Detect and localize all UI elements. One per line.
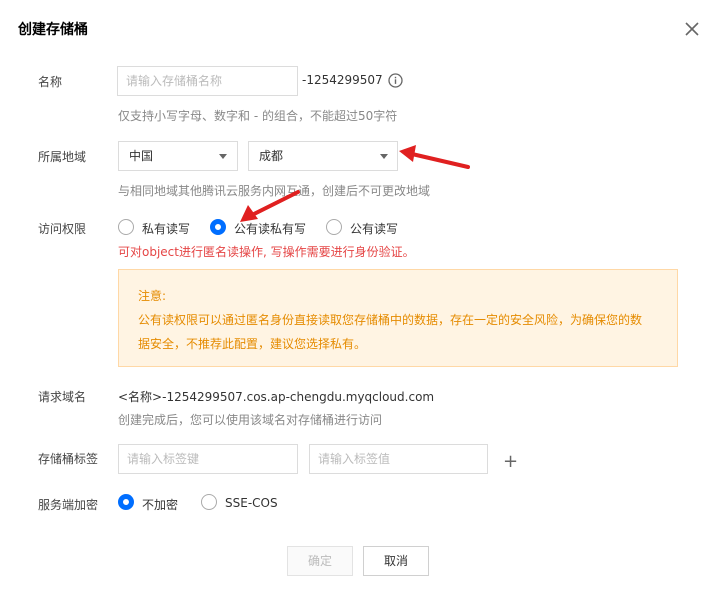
radio-public-rw[interactable] — [326, 219, 342, 235]
radio-private-rw[interactable] — [118, 219, 134, 235]
tag-value-input[interactable] — [309, 444, 488, 474]
tag-key-input[interactable] — [118, 444, 298, 474]
country-select[interactable]: 中国 — [118, 141, 238, 171]
radio-sse-cos[interactable] — [201, 494, 217, 510]
chevron-down-icon — [219, 154, 227, 159]
add-tag-icon[interactable]: + — [503, 451, 518, 472]
radio-public-read[interactable] — [210, 219, 226, 235]
close-icon[interactable] — [683, 20, 701, 38]
annotation-arrow-icon — [240, 190, 300, 222]
notice-line-1: 公有读权限可以通过匿名身份直接读取您存储桶中的数据，存在一定的安全风险，为确保您… — [138, 313, 643, 327]
bucket-name-input[interactable] — [117, 66, 298, 96]
radio-label-no-encryption[interactable]: 不加密 — [142, 496, 178, 513]
access-label: 访问权限 — [38, 222, 87, 236]
confirm-button[interactable]: 确定 — [287, 546, 353, 576]
access-warning: 可对object进行匿名读操作, 写操作需要进行身份验证。 — [118, 245, 415, 259]
radio-label-public-rw[interactable]: 公有读写 — [350, 220, 398, 237]
domain-label: 请求域名 — [38, 390, 87, 404]
name-label: 名称 — [38, 75, 63, 89]
notice-line-2: 据安全，不推荐此配置，建议您选择私有。 — [138, 337, 367, 351]
annotation-arrow-icon — [399, 145, 470, 169]
radio-label-private-rw[interactable]: 私有读写 — [142, 220, 190, 237]
chevron-down-icon — [380, 154, 388, 159]
domain-value: <名称>-1254299507.cos.ap-chengdu.myqcloud.… — [118, 390, 435, 404]
create-bucket-dialog: 创建存储桶 名称 -1254299507 仅支持小写字母、数字和 - 的组合，不… — [0, 0, 725, 590]
radio-no-encryption[interactable] — [118, 494, 134, 510]
security-notice: 注意: 公有读权限可以通过匿名身份直接读取您存储桶中的数据，存在一定的安全风险，… — [118, 269, 678, 367]
region-label: 所属地域 — [38, 150, 87, 164]
notice-title: 注意: — [138, 289, 167, 303]
city-select[interactable]: 成都 — [248, 141, 398, 171]
country-value: 中国 — [129, 149, 154, 163]
domain-hint: 创建完成后，您可以使用该域名对存储桶进行访问 — [118, 413, 383, 427]
radio-label-sse-cos[interactable]: SSE-COS — [225, 496, 278, 510]
name-hint: 仅支持小写字母、数字和 - 的组合，不能超过50字符 — [118, 109, 398, 123]
appid-suffix: -1254299507 — [302, 73, 383, 87]
city-value: 成都 — [259, 149, 284, 163]
dialog-title: 创建存储桶 — [18, 22, 88, 38]
encryption-label: 服务端加密 — [38, 498, 99, 512]
cancel-button[interactable]: 取消 — [363, 546, 429, 576]
info-icon[interactable] — [388, 73, 403, 88]
tags-label: 存储桶标签 — [38, 452, 99, 466]
